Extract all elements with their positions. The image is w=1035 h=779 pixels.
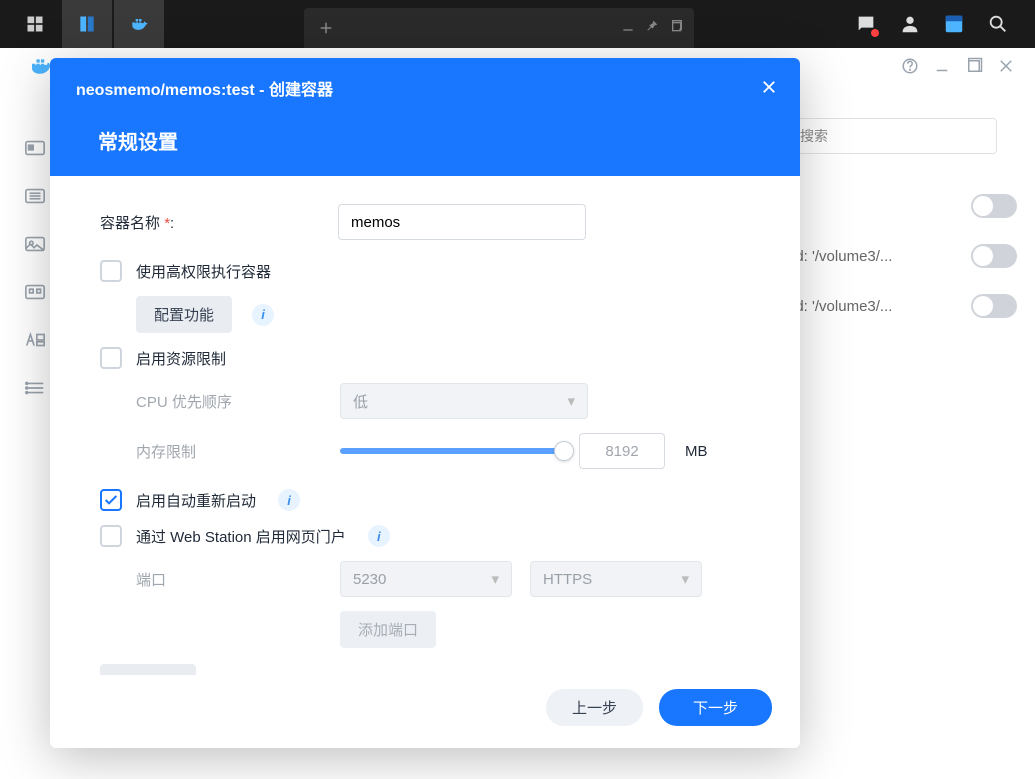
protocol-select[interactable]: HTTPS ▾	[530, 561, 702, 597]
toggle-2[interactable]	[971, 244, 1017, 268]
task-app-1-icon[interactable]	[62, 0, 112, 48]
label-cpu-priority: CPU 优先顺序	[136, 391, 322, 412]
bg-row-text-2: ed: '/volume3/...	[787, 298, 892, 315]
tab-pin-icon[interactable]	[644, 18, 660, 39]
label-privileged: 使用高权限执行容器	[136, 261, 271, 282]
label-web-station: 通过 Web Station 启用网页门户	[136, 526, 346, 547]
port-select[interactable]: 5230 ▾	[340, 561, 512, 597]
label-auto-restart: 启用自动重新启动	[136, 490, 256, 511]
modal-body: 容器名称 *: 使用高权限执行容器 配置功能 i 启用资源限制 CPU 优先顺序…	[50, 176, 800, 675]
cpu-priority-value: 低	[353, 391, 368, 412]
sidebar-registry-icon[interactable]	[18, 282, 52, 302]
row-auto-restart: 启用自动重新启动 i	[100, 489, 750, 511]
slider-thumb[interactable]	[554, 441, 574, 461]
sidebar-network-icon[interactable]	[18, 330, 52, 350]
tab-controls	[620, 18, 684, 39]
os-taskbar	[0, 0, 1035, 48]
notification-dot-icon	[871, 29, 879, 37]
sidebar-container-icon[interactable]	[18, 186, 52, 206]
container-name-input[interactable]	[338, 204, 586, 240]
label-memory-limit: 内存限制	[136, 441, 322, 462]
taskbar-left	[10, 0, 164, 48]
help-icon[interactable]	[901, 57, 919, 80]
taskbar-center	[164, 0, 849, 48]
chat-icon[interactable]	[849, 7, 883, 41]
info-icon[interactable]: i	[252, 304, 274, 326]
protocol-value: HTTPS	[543, 571, 592, 588]
add-port-button[interactable]: 添加端口	[340, 611, 436, 648]
search-placeholder: 搜索	[800, 126, 828, 146]
tab-minimize-icon[interactable]	[620, 18, 636, 39]
resource-limit-checkbox[interactable]	[100, 347, 122, 369]
auto-restart-checkbox[interactable]	[100, 489, 122, 511]
info-icon[interactable]: i	[278, 489, 300, 511]
chevron-down-icon: ▾	[567, 392, 575, 410]
row-web-station: 通过 Web Station 启用网页门户 i	[100, 525, 750, 547]
row-config-features: 配置功能 i	[136, 296, 750, 333]
close-window-icon[interactable]	[997, 57, 1015, 80]
row-container-name: 容器名称 *:	[100, 204, 750, 240]
app-grid-icon[interactable]	[10, 0, 60, 48]
create-container-modal: neosmemo/memos:test - 创建容器 常规设置 容器名称 *: …	[50, 58, 800, 748]
background-panel: 搜索 ed: '/volume3/... ed: '/volume3/...	[787, 118, 1017, 318]
tab-restore-icon[interactable]	[668, 18, 684, 39]
web-station-checkbox[interactable]	[100, 525, 122, 547]
modal-section-title: 常规设置	[98, 126, 774, 155]
label-port: 端口	[136, 569, 322, 590]
prev-button[interactable]: 上一步	[546, 689, 643, 726]
port-value: 5230	[353, 571, 386, 588]
task-docker-icon[interactable]	[114, 0, 164, 48]
memory-value-input[interactable]	[579, 433, 665, 469]
chevron-down-icon: ▾	[491, 570, 499, 588]
sidebar-log-icon[interactable]	[18, 378, 52, 398]
taskbar-right	[849, 7, 1025, 41]
privileged-checkbox[interactable]	[100, 260, 122, 282]
maximize-icon[interactable]	[965, 57, 983, 80]
row-privileged: 使用高权限执行容器	[100, 260, 750, 282]
bg-row-text-1: ed: '/volume3/...	[787, 248, 892, 265]
cpu-priority-select[interactable]: 低 ▾	[340, 383, 588, 419]
row-advanced: 高级设置	[100, 664, 750, 675]
close-icon[interactable]	[760, 78, 778, 102]
memory-unit: MB	[685, 443, 708, 460]
widget-icon[interactable]	[937, 7, 971, 41]
label-container-name: 容器名称 *:	[100, 212, 320, 233]
row-memory-limit: 内存限制 MB	[100, 433, 750, 469]
memory-slider[interactable]	[340, 448, 565, 454]
modal-title: neosmemo/memos:test - 创建容器	[76, 76, 774, 100]
row-cpu-priority: CPU 优先顺序 低 ▾	[100, 383, 750, 419]
next-button[interactable]: 下一步	[659, 689, 772, 726]
label-resource-limit: 启用资源限制	[136, 348, 226, 369]
toggle-1[interactable]	[971, 194, 1017, 218]
sidebar-overview-icon[interactable]	[18, 138, 52, 158]
modal-header: neosmemo/memos:test - 创建容器 常规设置	[50, 58, 800, 176]
advanced-settings-button[interactable]: 高级设置	[100, 664, 196, 675]
minimize-icon[interactable]	[933, 57, 951, 80]
browser-tab-strip	[304, 8, 694, 48]
modal-footer: 上一步 下一步	[50, 675, 800, 748]
user-icon[interactable]	[893, 7, 927, 41]
config-features-button[interactable]: 配置功能	[136, 296, 232, 333]
memory-slider-wrap: MB	[340, 433, 708, 469]
info-icon[interactable]: i	[368, 525, 390, 547]
new-tab-icon[interactable]	[314, 16, 338, 40]
sidebar-image-icon[interactable]	[18, 234, 52, 254]
row-add-port: 添加端口	[340, 611, 750, 648]
toggle-3[interactable]	[971, 294, 1017, 318]
chevron-down-icon: ▾	[681, 570, 689, 588]
row-resource-limit: 启用资源限制	[100, 347, 750, 369]
search-icon[interactable]	[981, 7, 1015, 41]
row-port: 端口 5230 ▾ HTTPS ▾	[100, 561, 750, 597]
search-input[interactable]: 搜索	[787, 118, 997, 154]
